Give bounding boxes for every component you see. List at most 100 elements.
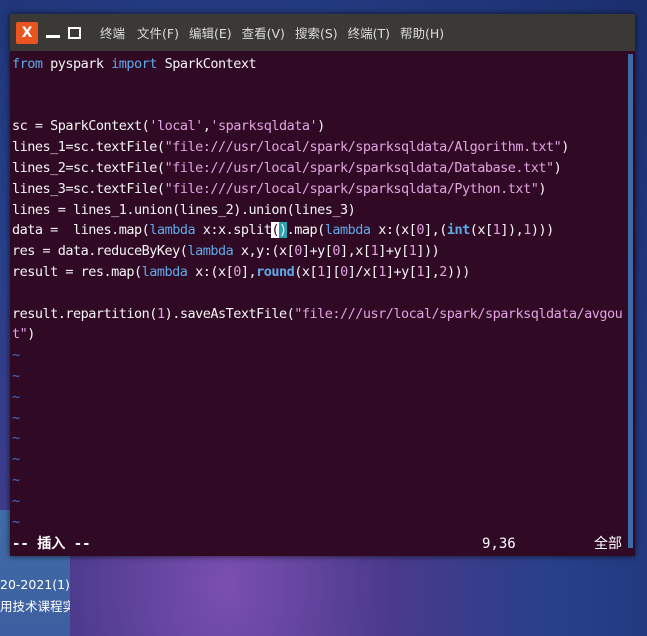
close-button[interactable]: X bbox=[16, 21, 38, 44]
maximize-button[interactable] bbox=[66, 22, 84, 44]
code-token: ) bbox=[538, 180, 546, 197]
code-token: 2 bbox=[439, 263, 447, 280]
code-token: ) bbox=[561, 139, 569, 156]
code-token: 0 bbox=[416, 222, 424, 239]
code-line: lines_2=sc.textFile("file:///usr/local/s… bbox=[12, 158, 627, 179]
vim-editor[interactable]: from pyspark import SparkContext sc = Sp… bbox=[12, 54, 627, 546]
code-line: ~ bbox=[12, 512, 627, 533]
code-line: result = res.map(lambda x:(x[0],round(x[… bbox=[12, 262, 627, 283]
code-token: lines_3=sc.textFile( bbox=[12, 180, 165, 197]
window-titlebar[interactable]: X 终端 文件(F) 编辑(E) 查看(V) 搜索(S) 终端(T) 帮助(H) bbox=[10, 14, 635, 51]
code-token: ]), bbox=[500, 222, 524, 239]
code-token: pyspark bbox=[42, 56, 112, 72]
code-token: (x[ bbox=[469, 222, 493, 239]
code-token: import bbox=[111, 56, 157, 72]
code-line: ~ bbox=[12, 470, 627, 491]
cursor-position: 9,36 bbox=[482, 536, 516, 552]
code-token: ).saveAsTextFile( bbox=[164, 305, 295, 322]
code-token: lambda bbox=[324, 222, 371, 239]
code-token: ))) bbox=[530, 222, 554, 239]
code-token: lambda bbox=[187, 243, 234, 260]
code-token: ) bbox=[317, 118, 325, 135]
empty-line-marker: ~ bbox=[12, 451, 20, 468]
menu-edit[interactable]: 编辑(E) bbox=[189, 23, 232, 42]
mode-indicator: -- 插入 -- bbox=[12, 536, 91, 552]
code-token: lines_1=sc.textFile( bbox=[12, 139, 165, 156]
code-token: ]+y[ bbox=[385, 263, 417, 280]
code-token: ], bbox=[424, 263, 440, 280]
code-token: ], bbox=[240, 263, 257, 280]
code-token: ]+y[ bbox=[378, 243, 409, 260]
code-token: x:(x[ bbox=[187, 263, 234, 280]
code-token: ]/x[ bbox=[347, 263, 379, 280]
menu-terminal[interactable]: 终端(T) bbox=[348, 23, 390, 42]
code-line: ~ bbox=[12, 449, 627, 470]
code-token: x:x.split bbox=[195, 222, 272, 239]
code-token: x,y:(x[ bbox=[233, 243, 295, 260]
code-token: "file:///usr/local/spark/sparksqldata/Al… bbox=[164, 139, 562, 156]
code-token: 1 bbox=[416, 263, 425, 280]
code-token: 0 bbox=[340, 263, 348, 280]
code-token: res = data.reduceByKey( bbox=[12, 243, 188, 260]
code-token: ))) bbox=[446, 263, 470, 280]
code-token: ) bbox=[279, 222, 287, 239]
code-line: from pyspark import SparkContext bbox=[12, 54, 627, 75]
code-token: t" bbox=[12, 326, 28, 343]
code-token: ]+y[ bbox=[301, 243, 333, 260]
empty-line-marker: ~ bbox=[12, 471, 20, 488]
code-line: ~ bbox=[12, 428, 627, 449]
code-line: sc = SparkContext('local','sparksqldata'… bbox=[12, 116, 627, 137]
empty-line-marker: ~ bbox=[12, 430, 20, 447]
empty-line-marker: ~ bbox=[12, 347, 20, 364]
code-line: ~ bbox=[12, 491, 627, 512]
desktop-icon-label-line: 20-2021(1)-大 bbox=[0, 577, 70, 592]
code-token: lines = lines_1.union(lines_2).union(lin… bbox=[12, 201, 356, 218]
menu-file[interactable]: 文件(F) bbox=[137, 23, 179, 42]
empty-line-marker: ~ bbox=[12, 409, 20, 426]
menu-help[interactable]: 帮助(H) bbox=[400, 23, 444, 42]
code-token: "file:///usr/local/spark/sparksqldata/av… bbox=[294, 305, 623, 322]
code-line: t") bbox=[12, 324, 627, 345]
code-line: ~ bbox=[12, 408, 627, 429]
code-token: x:(x[ bbox=[370, 222, 417, 239]
code-line: lines_3=sc.textFile("file:///usr/local/s… bbox=[12, 179, 627, 200]
code-token: ) bbox=[553, 159, 562, 176]
code-token: sc = SparkContext( bbox=[12, 118, 150, 135]
window-title: 终端 bbox=[100, 26, 126, 41]
code-line: lines = lines_1.union(lines_2).union(lin… bbox=[12, 200, 627, 221]
code-token: lambda bbox=[141, 263, 188, 280]
text-cursor: ( bbox=[271, 222, 280, 239]
code-line: data = lines.map(lambda x:x.split().map(… bbox=[12, 220, 627, 241]
code-token: 1 bbox=[317, 263, 325, 280]
desktop-icon-label[interactable]: 20-2021(1)-大 用技术课程实 bbox=[0, 574, 70, 618]
code-token: SparkContext bbox=[156, 56, 257, 72]
code-token: 'sparksqldata' bbox=[210, 118, 318, 135]
code-token: round bbox=[256, 263, 295, 280]
code-token: result = res.map( bbox=[12, 263, 142, 280]
code-line: ~ bbox=[12, 366, 627, 387]
empty-line-marker: ~ bbox=[12, 492, 20, 509]
code-token: lines_2=sc.textFile( bbox=[12, 159, 165, 176]
code-line: res = data.reduceByKey(lambda x,y:(x[0]+… bbox=[12, 241, 627, 262]
menu-view[interactable]: 查看(V) bbox=[242, 23, 285, 42]
desktop-icon-label-line: 用技术课程实 bbox=[0, 599, 70, 614]
menu-search[interactable]: 搜索(S) bbox=[295, 23, 338, 42]
code-token: .map( bbox=[286, 222, 326, 239]
empty-line-marker: ~ bbox=[12, 367, 20, 384]
code-token: 0 bbox=[294, 243, 302, 260]
empty-line-marker: ~ bbox=[12, 513, 20, 530]
code-token: result.repartition( bbox=[12, 305, 157, 322]
code-line: lines_1=sc.textFile("file:///usr/local/s… bbox=[12, 137, 627, 158]
code-token: ],( bbox=[424, 222, 447, 239]
code-token: "file:///usr/local/spark/sparksqldata/Py… bbox=[164, 180, 539, 197]
code-token: (x[ bbox=[294, 263, 318, 280]
code-line: result.repartition(1).saveAsTextFile("fi… bbox=[12, 304, 627, 325]
code-token: ],x[ bbox=[340, 243, 371, 260]
scrollbar[interactable] bbox=[628, 54, 633, 548]
minimize-button[interactable] bbox=[44, 22, 62, 44]
code-token: 'local' bbox=[149, 118, 203, 135]
code-token: 0 bbox=[332, 243, 341, 260]
code-token: int bbox=[446, 222, 470, 239]
